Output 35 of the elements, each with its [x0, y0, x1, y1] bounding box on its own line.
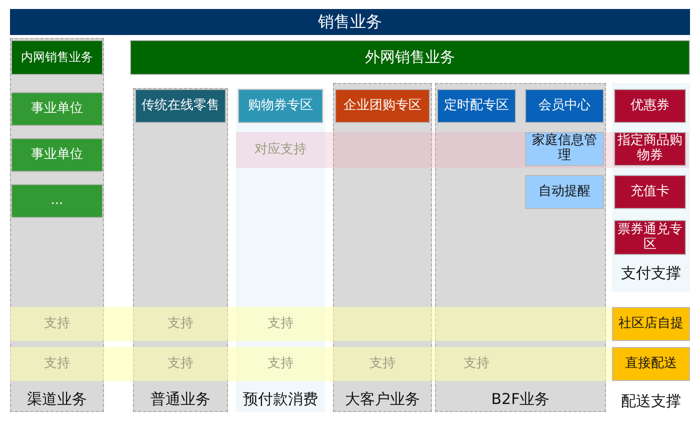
module-tile: 事业单位: [11, 92, 103, 126]
module-tile: 直接配送: [612, 347, 690, 381]
support-label: 对应支持: [254, 140, 308, 159]
module-tile: 购物券专区: [238, 89, 323, 123]
column-label: 支付支撑: [620, 263, 682, 284]
module-tile: 内网销售业务: [11, 40, 103, 75]
column-label: 大客户业务: [344, 389, 421, 410]
support-label: 支持: [43, 314, 71, 333]
module-tile: 外网销售业务: [130, 40, 690, 75]
title-banner: 销售业务: [10, 9, 690, 35]
module-tile: 社区店自提: [612, 307, 690, 341]
column-label: 普通业务: [150, 389, 212, 410]
module-tile: 企业团购专区: [335, 89, 430, 123]
module-tile: 充值卡: [614, 175, 686, 209]
support-label: 支持: [266, 314, 294, 333]
module-tile: 传统在线零售: [135, 89, 226, 123]
module-tile: 指定商品购物券: [614, 132, 686, 166]
column-label: 渠道业务: [26, 389, 88, 410]
module-tile: 票券通兑专区: [614, 220, 686, 255]
module-tile: 家庭信息管理: [525, 132, 604, 166]
support-label: 支持: [166, 314, 194, 333]
column-label: B2F业务: [490, 389, 551, 410]
module-tile: 定时配专区: [437, 89, 516, 123]
module-tile: 优惠券: [614, 89, 686, 123]
support-label: 支持: [462, 354, 490, 373]
module-tile: 事业单位: [11, 138, 103, 172]
column-label: 配送支撑: [620, 391, 682, 412]
module-tile: 自动提醒: [525, 175, 604, 209]
support-label: 支持: [43, 354, 71, 373]
module-tile: ...: [11, 184, 103, 218]
support-label: 支持: [266, 354, 294, 373]
column-label: 预付款消费: [242, 389, 319, 410]
module-tile: 会员中心: [525, 89, 604, 123]
support-label: 支持: [166, 354, 194, 373]
support-label: 支持: [368, 354, 396, 373]
